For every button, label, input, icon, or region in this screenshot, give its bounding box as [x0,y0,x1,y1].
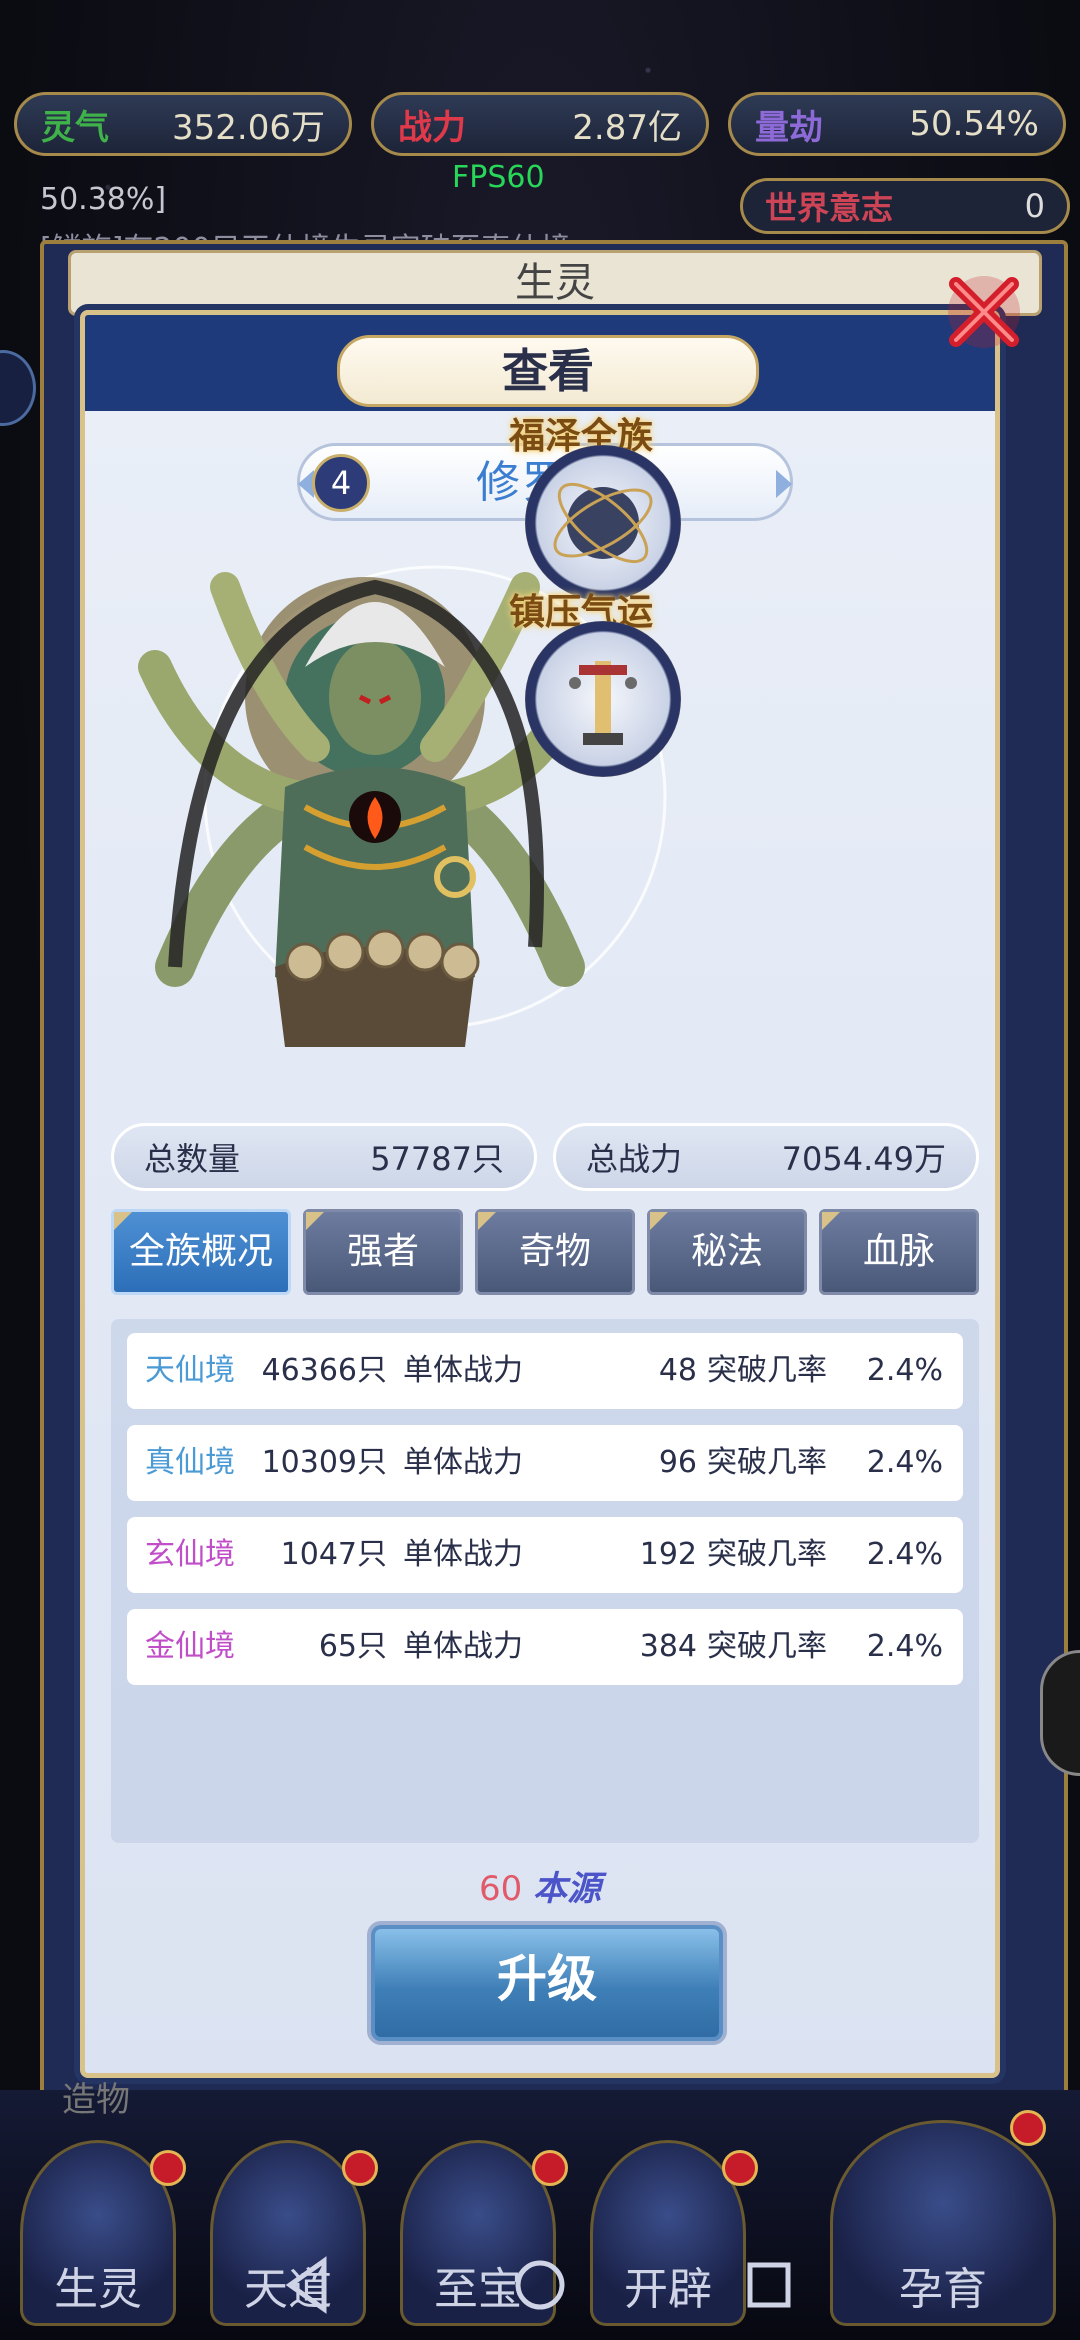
notification-dot [722,2150,758,2186]
lingqi-label: 灵气 [41,107,109,148]
breakthrough-rate: 2.4% [866,1537,943,1572]
fps-counter: FPS60 [452,160,545,195]
unit-power-value: 192 [639,1537,697,1572]
nav-label: 生灵 [54,2264,142,2315]
background-label: 造物 [62,2080,130,2120]
cost-label: 本源 [533,1869,602,1909]
background-log-line: 50.38%] [40,182,167,217]
unit-power-label: 单体战力 [403,1445,523,1480]
unit-power-label: 单体战力 [403,1353,523,1388]
liangjie-stat: 量劫 50.54% [728,92,1066,156]
tab-bar: 全族概况 强者 奇物 秘法 血脉 [111,1209,979,1295]
table-row: 玄仙境 1047只 单体战力 192 突破几率 2.4% [127,1517,963,1593]
realm-count: 46366只 [261,1353,387,1388]
status-bar: 灵气 352.06万 战力 2.87亿 量劫 50.54% [14,92,1066,162]
notification-dot [150,2150,186,2186]
next-race-arrow-icon[interactable] [776,470,792,498]
tab-strong[interactable]: 强者 [303,1209,463,1295]
table-row: 天仙境 46366只 单体战力 48 突破几率 2.4% [127,1333,963,1409]
tab-treasure[interactable]: 奇物 [475,1209,635,1295]
recents-icon[interactable] [744,2255,794,2315]
table-row: 金仙境 65只 单体战力 384 突破几率 2.4% [127,1609,963,1685]
dialog-title: 查看 [337,335,759,407]
background-panel-title: 生灵 [68,250,1042,316]
side-button-right[interactable] [1040,1650,1080,1776]
total-power-stat: 总战力 7054.49万 [553,1123,979,1191]
race-detail-dialog: 查看 4 修罗族 [80,310,1000,2078]
nav-label: 开辟 [624,2264,712,2315]
tab-secret-art[interactable]: 秘法 [647,1209,807,1295]
total-count-value: 57787只 [370,1140,504,1178]
notification-dot [532,2150,568,2186]
total-power-label: 总战力 [586,1140,683,1178]
unit-power-value: 48 [658,1353,697,1388]
notification-dot [1010,2110,1046,2146]
unit-power-label: 单体战力 [403,1629,523,1664]
upgrade-cost: 60 本源 [85,1861,995,1910]
breakthrough-label: 突破几率 [707,1629,827,1664]
breakthrough-label: 突破几率 [707,1353,827,1388]
nav-item-yunyu[interactable]: 孕育 [830,2120,1056,2326]
total-count-stat: 总数量 57787只 [111,1123,537,1191]
unit-power-value: 384 [639,1629,697,1664]
cost-value: 60 [478,1869,523,1909]
breakthrough-rate: 2.4% [866,1629,943,1664]
realm-count: 10309只 [261,1445,387,1480]
realm-count: 1047只 [280,1537,387,1572]
zhanli-stat: 战力 2.87亿 [371,92,709,156]
home-icon[interactable] [512,2255,568,2315]
orb-icon-graphic [553,482,653,564]
upgrade-button[interactable]: 升级 [367,1921,727,2045]
close-icon[interactable] [942,270,1026,354]
liangjie-label: 量劫 [755,107,823,148]
world-will-value: 0 [1024,187,1045,225]
breakthrough-label: 突破几率 [707,1445,827,1480]
table-row: 真仙境 10309只 单体战力 96 突破几率 2.4% [127,1425,963,1501]
pillar-icon[interactable] [525,621,681,777]
unit-power-label: 单体战力 [403,1537,523,1572]
pillar-icon-graphic [569,661,637,745]
breakthrough-rate: 2.4% [866,1353,943,1388]
lingqi-stat: 灵气 352.06万 [14,92,352,156]
zhanli-value: 2.87亿 [572,107,682,148]
unit-power-value: 96 [658,1445,697,1480]
nav-label: 孕育 [899,2264,987,2315]
realm-count: 65只 [318,1629,387,1664]
world-will-stat: 世界意志 0 [740,178,1070,234]
breakthrough-rate: 2.4% [866,1445,943,1480]
orb-icon[interactable] [525,445,681,601]
total-count-label: 总数量 [144,1140,241,1178]
breakthrough-label: 突破几率 [707,1537,827,1572]
world-will-label: 世界意志 [765,189,894,227]
realm-table: 天仙境 46366只 单体战力 48 突破几率 2.4% 真仙境 10309只 … [111,1319,979,1843]
notification-dot [342,2150,378,2186]
tab-overview[interactable]: 全族概况 [111,1209,291,1295]
liangjie-value: 50.54% [909,104,1039,144]
back-icon[interactable] [282,2255,332,2315]
lingqi-value: 352.06万 [172,107,325,148]
zhanli-label: 战力 [398,107,466,148]
total-power-value: 7054.49万 [781,1140,946,1178]
tab-bloodline[interactable]: 血脉 [819,1209,979,1295]
